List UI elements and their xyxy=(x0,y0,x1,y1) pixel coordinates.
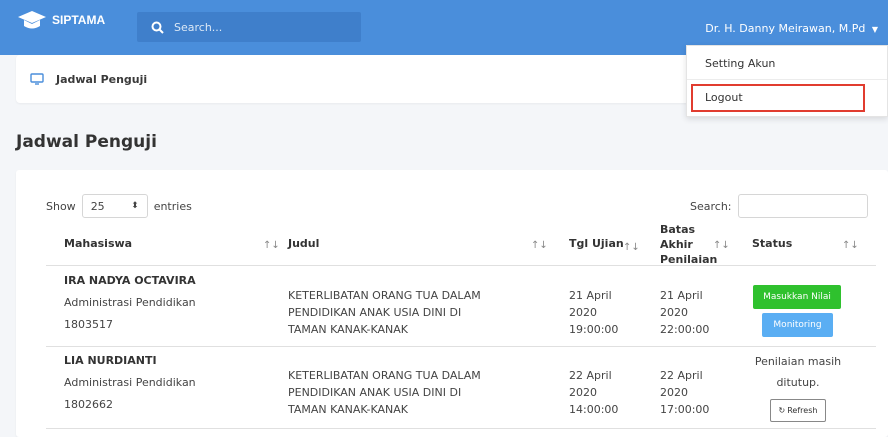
sort-icon[interactable]: ↑↓ xyxy=(263,240,280,251)
exam-date-day: 22 April xyxy=(569,369,612,382)
deadline-year: 2020 xyxy=(660,306,688,319)
deadline-date: 22 April 2020 17:00:00 xyxy=(660,367,709,418)
status-text-line: Penilaian masih xyxy=(754,355,842,368)
column-header-tgl-ujian[interactable]: Tgl Ujian xyxy=(569,237,624,250)
thesis-title-line: PENDIDIKAN ANAK USIA DINI DI xyxy=(288,306,462,319)
select-arrows-icon: ⬍ xyxy=(131,201,139,211)
student-cell: LIA NURDIANTI Administrasi Pendidikan 18… xyxy=(64,350,196,416)
student-nim: 1802662 xyxy=(64,398,113,411)
exam-date: 21 April 2020 19:00:00 xyxy=(569,287,618,338)
deadline-date: 21 April 2020 22:00:00 xyxy=(660,287,709,338)
chevron-down-icon: ▼ xyxy=(871,25,878,34)
menu-item-setting-akun[interactable]: Setting Akun xyxy=(705,57,775,70)
thesis-title-line: TAMAN KANAK-KANAK xyxy=(288,323,408,336)
deadline-time: 17:00:00 xyxy=(660,403,710,416)
student-program: Administrasi Pendidikan xyxy=(64,376,196,389)
column-header-judul[interactable]: Judul xyxy=(288,237,319,250)
sort-icon[interactable]: ↑↓ xyxy=(713,240,730,251)
column-header-status[interactable]: Status xyxy=(752,237,792,250)
user-menu-toggle[interactable]: Dr. H. Danny Meirawan, M.Pd ▼ xyxy=(705,22,878,35)
exam-date-time: 14:00:00 xyxy=(569,403,619,416)
row-divider xyxy=(46,428,876,429)
show-label: Show xyxy=(46,199,76,213)
deadline-day: 22 April xyxy=(660,369,703,382)
breadcrumb-label: Jadwal Penguji xyxy=(56,72,148,86)
student-program: Administrasi Pendidikan xyxy=(64,296,196,309)
header-line-batas: Batas xyxy=(660,223,696,236)
column-header-batas-akhir-penilaian[interactable]: Batas Akhir Penilaian xyxy=(660,222,717,267)
row-divider xyxy=(46,346,876,347)
search-bar[interactable] xyxy=(137,12,361,42)
monitor-icon xyxy=(30,73,44,85)
entries-value: 25 xyxy=(90,199,105,213)
thesis-title-line: KETERLIBATAN ORANG TUA DALAM xyxy=(288,369,481,382)
sort-icon[interactable]: ↑↓ xyxy=(623,242,640,253)
refresh-icon: ↻ xyxy=(778,406,786,415)
header-line-akhir: Akhir xyxy=(660,238,693,251)
exam-date-year: 2020 xyxy=(569,386,597,399)
brand-logo[interactable]: SIPTAMA xyxy=(16,8,105,32)
student-nim: 1803517 xyxy=(64,318,113,331)
student-cell: IRA NADYA OCTAVIRA Administrasi Pendidik… xyxy=(64,270,196,336)
thesis-title: KETERLIBATAN ORANG TUA DALAM PENDIDIKAN … xyxy=(288,287,481,338)
dropdown-divider xyxy=(687,79,887,80)
exam-date-year: 2020 xyxy=(569,306,597,319)
user-name: Dr. H. Danny Meirawan, M.Pd xyxy=(705,22,866,35)
header-divider xyxy=(46,265,876,266)
exam-date: 22 April 2020 14:00:00 xyxy=(569,367,618,418)
search-icon xyxy=(151,21,164,34)
search-label: Search: xyxy=(690,199,732,213)
thesis-title-line: KETERLIBATAN ORANG TUA DALAM xyxy=(288,289,481,302)
user-dropdown: Setting Akun Logout xyxy=(686,45,888,117)
thesis-title-line: TAMAN KANAK-KANAK xyxy=(288,403,408,416)
exam-date-day: 21 April xyxy=(569,289,612,302)
status-text-line: ditutup. xyxy=(776,376,820,389)
deadline-day: 21 April xyxy=(660,289,703,302)
refresh-button[interactable]: ↻ Refresh xyxy=(770,399,826,422)
graduation-cap-icon xyxy=(18,11,46,29)
exam-date-time: 19:00:00 xyxy=(569,323,619,336)
entries-select[interactable]: 25 ⬍ xyxy=(81,194,148,218)
deadline-time: 22:00:00 xyxy=(660,323,710,336)
input-grade-button[interactable]: Masukkan Nilai xyxy=(753,285,841,309)
page-title: Jadwal Penguji xyxy=(16,132,157,152)
thesis-title-line: PENDIDIKAN ANAK USIA DINI DI xyxy=(288,386,462,399)
status-text: Penilaian masih ditutup. xyxy=(746,351,850,393)
deadline-year: 2020 xyxy=(660,386,688,399)
sort-icon[interactable]: ↑↓ xyxy=(842,240,859,251)
column-header-mahasiswa[interactable]: Mahasiswa xyxy=(64,237,132,250)
table-search: Search: xyxy=(690,194,868,218)
menu-item-logout[interactable]: Logout xyxy=(705,91,743,104)
monitoring-button[interactable]: Monitoring xyxy=(762,313,833,337)
table-search-input[interactable] xyxy=(737,194,868,218)
student-name: IRA NADYA OCTAVIRA xyxy=(64,274,196,287)
student-name: LIA NURDIANTI xyxy=(64,354,157,367)
brand-name: SIPTAMA xyxy=(52,13,106,27)
refresh-label: Refresh xyxy=(787,406,818,415)
search-input[interactable] xyxy=(174,20,344,34)
thesis-title: KETERLIBATAN ORANG TUA DALAM PENDIDIKAN … xyxy=(288,367,481,418)
sort-icon[interactable]: ↑↓ xyxy=(531,240,548,251)
entries-label: entries xyxy=(153,199,192,213)
schedule-card: Show 25 ⬍ entries Search: Mahasiswa ↑↓ J… xyxy=(16,170,888,437)
entries-control: Show 25 ⬍ entries xyxy=(46,194,192,218)
